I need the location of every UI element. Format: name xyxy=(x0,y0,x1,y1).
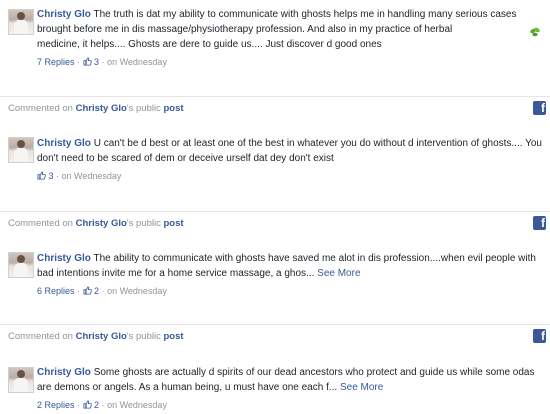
thumbs-up-icon xyxy=(83,286,92,295)
post-link[interactable]: post xyxy=(163,103,183,114)
thumbs-up-icon xyxy=(83,400,92,409)
comment-text: Christy Glo Some ghosts are actually d s… xyxy=(37,365,542,395)
replies-link[interactable]: 2 Replies xyxy=(37,400,75,410)
comment-2: Christy Glo U can't be d best or at leas… xyxy=(0,120,550,200)
avatar[interactable] xyxy=(8,252,34,278)
thumbs-up-icon xyxy=(83,57,92,66)
post-link[interactable]: post xyxy=(163,331,183,342)
profile-link[interactable]: Christy Glo xyxy=(76,331,127,342)
like-count[interactable]: 2 xyxy=(83,400,99,410)
replies-link[interactable]: 7 Replies xyxy=(37,57,75,67)
avatar[interactable] xyxy=(8,9,34,35)
author-link[interactable]: Christy Glo xyxy=(37,367,91,378)
facebook-icon[interactable]: f xyxy=(533,216,546,230)
like-count[interactable]: 3 xyxy=(83,57,99,67)
see-more-link[interactable]: See More xyxy=(340,382,383,393)
comment-body: U can't be d best or at least one of the… xyxy=(37,138,542,164)
activity-header: Commented on Christy Glo's public post f xyxy=(0,96,550,121)
author-link[interactable]: Christy Glo xyxy=(37,253,91,264)
profile-link[interactable]: Christy Glo xyxy=(76,218,127,229)
comment-4: Christy Glo Some ghosts are actually d s… xyxy=(0,348,550,414)
profile-link[interactable]: Christy Glo xyxy=(76,103,127,114)
post-link[interactable]: post xyxy=(163,218,183,229)
comment-meta: 7 Replies · 3 · on Wednesday xyxy=(37,57,167,67)
comment-1: Christy Glo The truth is dat my ability … xyxy=(0,0,550,88)
timestamp[interactable]: on Wednesday xyxy=(107,286,167,296)
comment-body: The truth is dat my ability to communica… xyxy=(37,9,517,35)
comment-body: The ability to communicate with ghosts h… xyxy=(37,253,536,279)
author-link[interactable]: Christy Glo xyxy=(37,138,91,149)
comment-meta: 6 Replies · 2 · on Wednesday xyxy=(37,286,167,296)
thumbs-up-icon xyxy=(37,171,46,180)
comment-text: Christy Glo The ability to communicate w… xyxy=(37,251,542,281)
comment-meta: 2 Replies · 2 · on Wednesday xyxy=(37,400,167,410)
see-more-link[interactable]: See More xyxy=(317,268,360,279)
herb-icon xyxy=(530,27,540,37)
comment-text: Christy Glo U can't be d best or at leas… xyxy=(37,136,542,166)
activity-header: Commented on Christy Glo's public post f xyxy=(0,324,550,349)
avatar[interactable] xyxy=(8,137,34,163)
like-count[interactable]: 2 xyxy=(83,286,99,296)
activity-header: Commented on Christy Glo's public post f xyxy=(0,211,550,236)
comment-body: Some ghosts are actually d spirits of ou… xyxy=(37,367,535,393)
facebook-icon[interactable]: f xyxy=(533,101,546,115)
replies-link[interactable]: 6 Replies xyxy=(37,286,75,296)
timestamp[interactable]: on Wednesday xyxy=(107,400,167,410)
comment-meta: 3 · on Wednesday xyxy=(37,171,121,181)
timestamp[interactable]: on Wednesday xyxy=(107,57,167,67)
comment-3: Christy Glo The ability to communicate w… xyxy=(0,235,550,315)
facebook-icon[interactable]: f xyxy=(533,329,546,343)
timestamp[interactable]: on Wednesday xyxy=(62,171,122,181)
comment-body-continued: medicine, it helps.... Ghosts are dere t… xyxy=(37,39,382,50)
avatar[interactable] xyxy=(8,367,34,393)
author-link[interactable]: Christy Glo xyxy=(37,9,91,20)
comment-text: Christy Glo The truth is dat my ability … xyxy=(37,7,542,52)
like-count[interactable]: 3 xyxy=(37,171,54,181)
